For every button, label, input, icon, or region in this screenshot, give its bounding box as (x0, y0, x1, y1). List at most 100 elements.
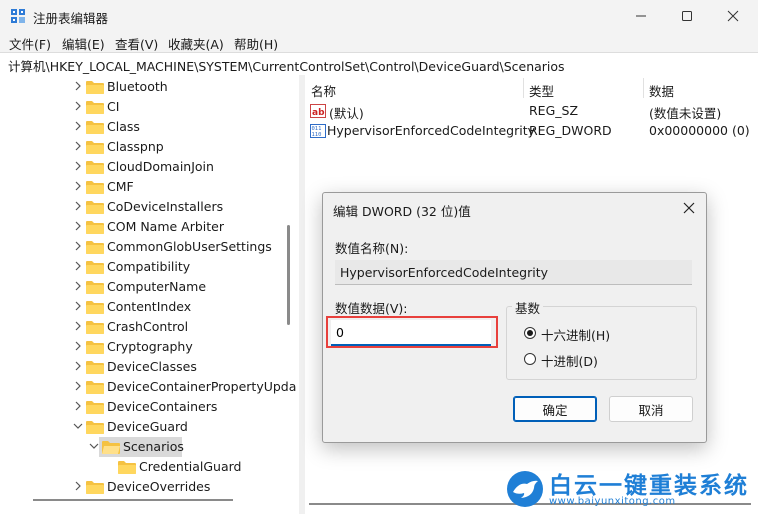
tree-item-devicecontainers[interactable]: DeviceContainers (0, 397, 290, 417)
tree-item-label: CI (107, 99, 120, 114)
dialog-title: 编辑 DWORD (32 位)值 (333, 204, 471, 219)
tree-item-scenarios[interactable]: Scenarios (0, 437, 290, 457)
title-bar: 注册表编辑器 (0, 0, 758, 32)
menu-edit[interactable]: 编辑(E) (62, 34, 105, 53)
tree-item-label: Bluetooth (107, 79, 168, 94)
tree-item-codeviceinstallers[interactable]: CoDeviceInstallers (0, 197, 290, 217)
tree-item-compatibility[interactable]: Compatibility (0, 257, 290, 277)
tree-item-label: DeviceContainers (107, 399, 218, 414)
chevron-right-icon[interactable] (73, 121, 83, 131)
tree-item-devicecontainerpropertyupda[interactable]: DeviceContainerPropertyUpda (0, 377, 296, 397)
dialog-close-icon[interactable] (680, 199, 698, 217)
tree-item-label: CMF (107, 179, 134, 194)
menu-view[interactable]: 查看(V) (115, 34, 158, 53)
column-separator[interactable] (523, 78, 524, 98)
value-data-label: 数值数据(V): (335, 301, 408, 316)
tree-vertical-scrollbar[interactable] (287, 225, 290, 325)
tree-item-credentialguard[interactable]: CredentialGuard (0, 457, 290, 477)
tree-item-commonglobusersettings[interactable]: CommonGlobUserSettings (0, 237, 290, 257)
folder-icon (86, 341, 104, 354)
folder-icon (118, 461, 136, 474)
value-type: REG_SZ (529, 103, 579, 118)
chevron-right-icon[interactable] (73, 141, 83, 151)
cancel-button[interactable]: 取消 (609, 396, 693, 422)
tree-item-computername[interactable]: ComputerName (0, 277, 290, 297)
chevron-right-icon[interactable] (73, 261, 83, 271)
hex-radio[interactable] (524, 327, 536, 339)
value-name: HypervisorEnforcedCodeIntegrity (327, 123, 536, 138)
tree-item-label: DeviceOverrides (107, 479, 211, 494)
value-data: (数值未设置) (649, 106, 722, 121)
chevron-down-icon[interactable] (89, 441, 99, 451)
base-label: 基数 (512, 298, 544, 317)
folder-icon (86, 481, 104, 494)
value-data-input[interactable] (331, 320, 491, 346)
column-header-type[interactable]: 类型 (529, 81, 554, 100)
column-header-name[interactable]: 名称 (311, 81, 336, 100)
menu-file[interactable]: 文件(F) (9, 34, 51, 53)
chevron-right-icon[interactable] (73, 81, 83, 91)
decimal-radio[interactable] (524, 353, 536, 365)
tree-item-label: COM Name Arbiter (107, 219, 225, 234)
chevron-right-icon[interactable] (73, 181, 83, 191)
tree-item-deviceoverrides[interactable]: DeviceOverrides (0, 477, 290, 497)
tree-item-clouddomainjoin[interactable]: CloudDomainJoin (0, 157, 290, 177)
folder-icon (86, 201, 104, 214)
chevron-right-icon[interactable] (73, 341, 83, 351)
tree-item-cmf[interactable]: CMF (0, 177, 290, 197)
address-path: 计算机\HKEY_LOCAL_MACHINE\SYSTEM\CurrentCon… (8, 59, 565, 74)
menu-favorites[interactable]: 收藏夹(A) (168, 34, 224, 53)
value-row-default[interactable]: ab (默认) REG_SZ (数值未设置) (305, 101, 758, 121)
tree-item-label: Scenarios (123, 439, 184, 454)
chevron-right-icon[interactable] (73, 281, 83, 291)
tree-item-label: CoDeviceInstallers (107, 199, 224, 214)
tree-item-label: Compatibility (107, 259, 191, 274)
close-button[interactable] (710, 0, 756, 32)
column-separator[interactable] (643, 78, 644, 98)
folder-icon (86, 261, 104, 274)
open-folder-icon (102, 441, 120, 454)
tree-item-label: CommonGlobUserSettings (107, 239, 272, 254)
value-row-hvci[interactable]: 011 110 HypervisorEnforcedCodeIntegrity … (305, 121, 758, 141)
decimal-radio-label[interactable]: 十进制(D) (541, 351, 598, 370)
tree-item-class[interactable]: Class (0, 117, 290, 137)
folder-icon (86, 321, 104, 334)
folder-icon (86, 381, 104, 394)
binary-value-icon: 011 110 (310, 124, 326, 138)
minimize-button[interactable] (618, 0, 664, 32)
folder-icon (86, 361, 104, 374)
ok-button[interactable]: 确定 (513, 396, 597, 422)
key-tree[interactable]: Bluetooth CI Class Classpnp CloudDomainJ… (0, 75, 299, 514)
chevron-right-icon[interactable] (73, 301, 83, 311)
tree-item-deviceclasses[interactable]: DeviceClasses (0, 357, 290, 377)
address-bar[interactable]: 计算机\HKEY_LOCAL_MACHINE\SYSTEM\CurrentCon… (0, 52, 758, 76)
hex-radio-label[interactable]: 十六进制(H) (541, 325, 610, 344)
tree-item-contentindex[interactable]: ContentIndex (0, 297, 290, 317)
tree-item-classpnp[interactable]: Classpnp (0, 137, 290, 157)
maximize-button[interactable] (664, 0, 710, 32)
tree-item-label: CloudDomainJoin (107, 159, 214, 174)
chevron-right-icon[interactable] (73, 321, 83, 331)
tree-item-cryptography[interactable]: Cryptography (0, 337, 290, 357)
chevron-right-icon[interactable] (73, 481, 83, 491)
svg-text:ab: ab (312, 108, 325, 118)
value-type: REG_DWORD (529, 123, 612, 138)
tree-horizontal-scrollbar[interactable] (33, 499, 233, 501)
chevron-right-icon[interactable] (73, 101, 83, 111)
tree-item-ci[interactable]: CI (0, 97, 290, 117)
chevron-right-icon[interactable] (73, 381, 83, 391)
tree-item-bluetooth[interactable]: Bluetooth (0, 77, 290, 97)
chevron-right-icon[interactable] (73, 361, 83, 371)
chevron-right-icon[interactable] (73, 241, 83, 251)
tree-item-crashcontrol[interactable]: CrashControl (0, 317, 290, 337)
folder-icon (86, 301, 104, 314)
tree-item-deviceguard[interactable]: DeviceGuard (0, 417, 290, 437)
chevron-down-icon[interactable] (73, 421, 83, 431)
chevron-right-icon[interactable] (73, 401, 83, 411)
chevron-right-icon[interactable] (73, 161, 83, 171)
column-header-data[interactable]: 数据 (649, 81, 674, 100)
chevron-right-icon[interactable] (73, 201, 83, 211)
menu-help[interactable]: 帮助(H) (234, 34, 278, 53)
tree-item-com-name-arbiter[interactable]: COM Name Arbiter (0, 217, 290, 237)
chevron-right-icon[interactable] (73, 221, 83, 231)
